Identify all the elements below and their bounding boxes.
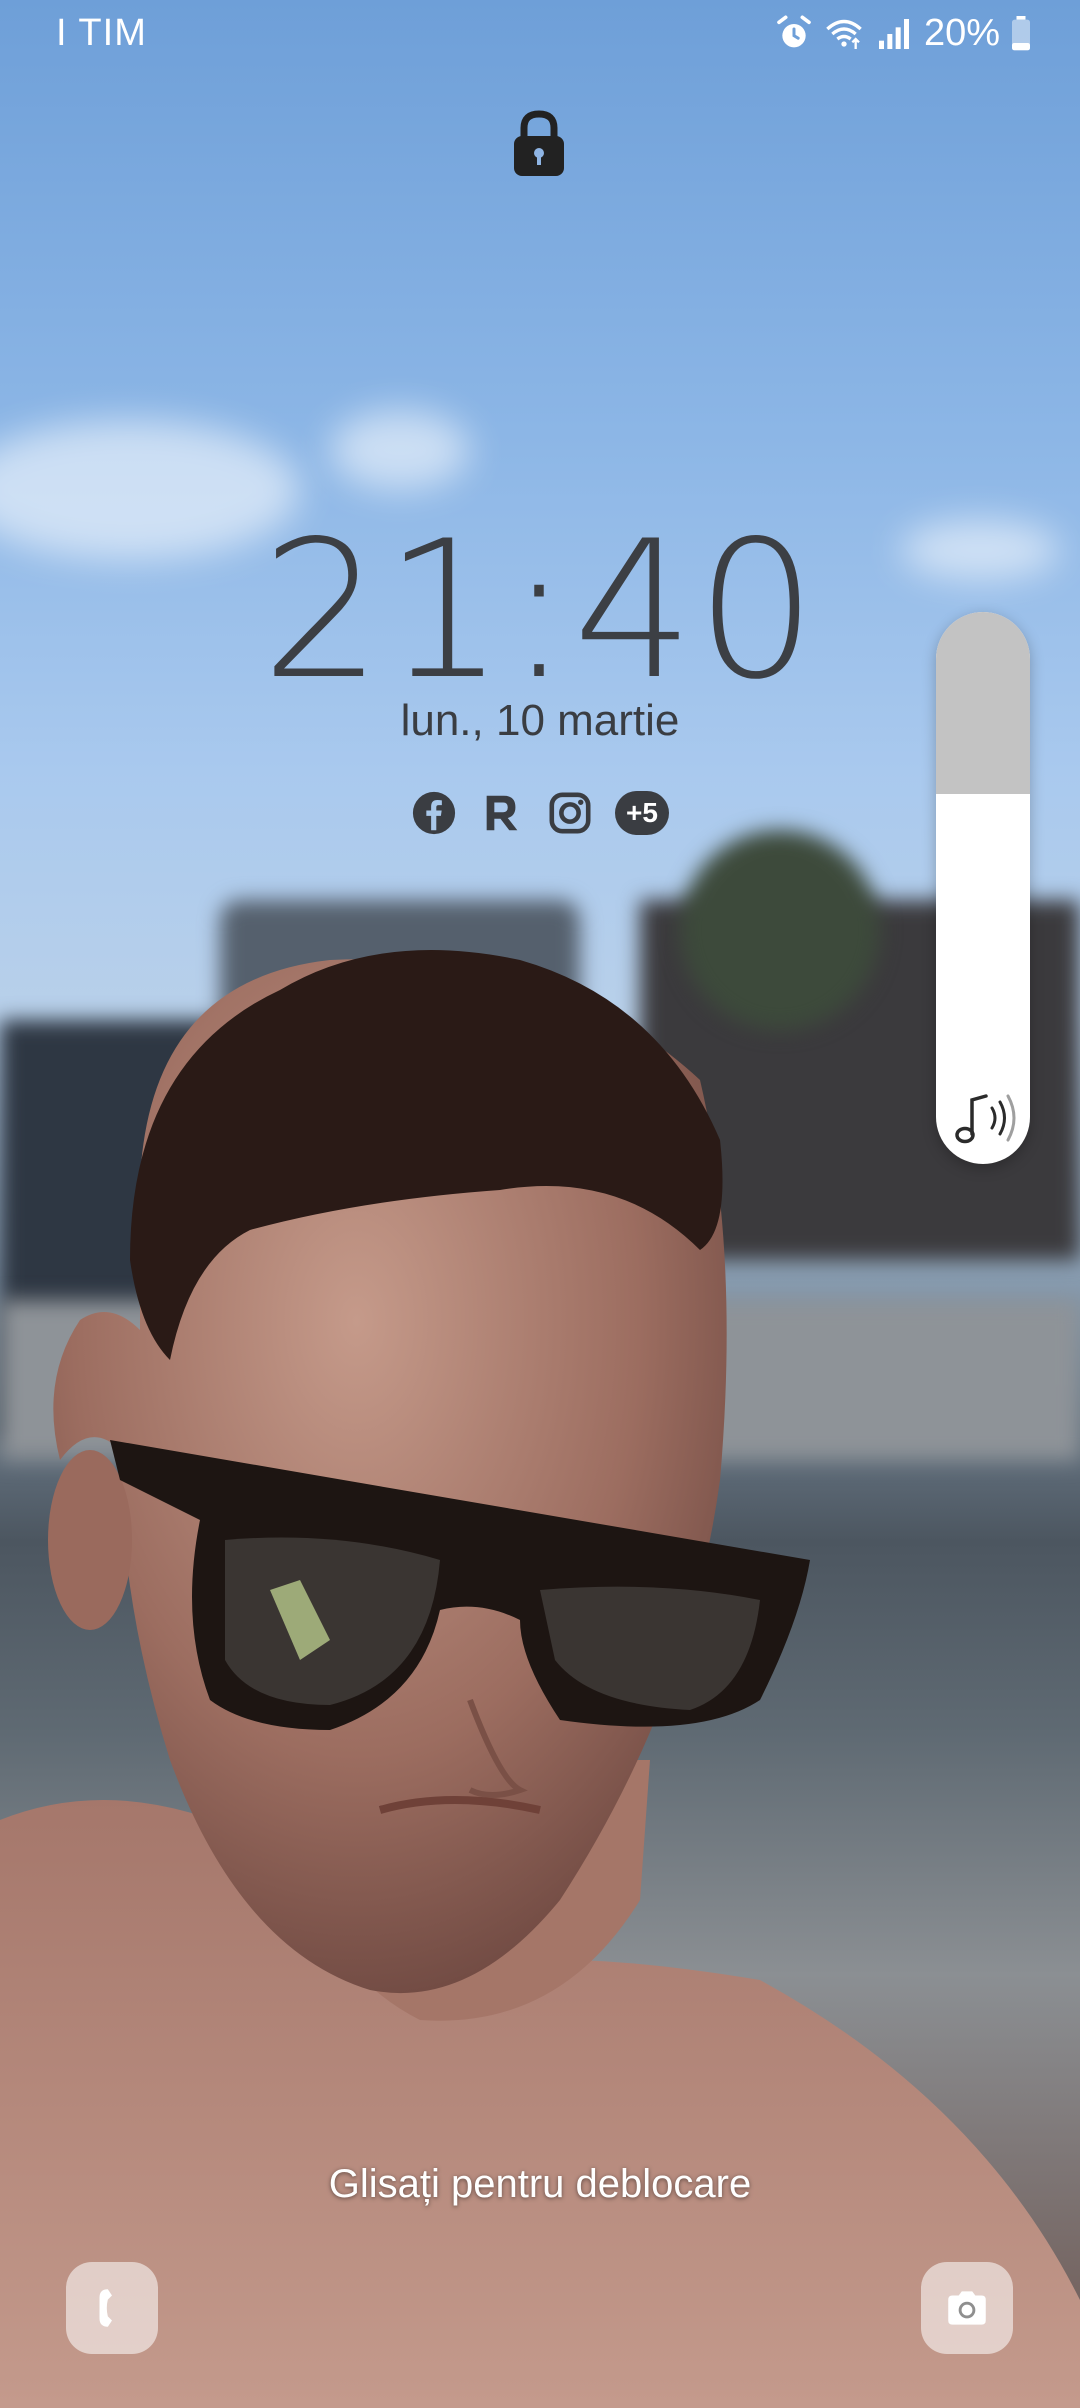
music-note-volume-icon — [955, 1094, 1016, 1144]
wallpaper-person — [0, 950, 1080, 2408]
status-icons: 20% — [774, 12, 1032, 55]
swipe-to-unlock-hint: Glisați pentru deblocare — [328, 2162, 752, 2206]
lock-icon — [514, 110, 564, 176]
volume-slider-track — [936, 612, 1030, 795]
battery-icon — [1012, 15, 1030, 50]
camera-icon — [948, 2291, 986, 2325]
camera-shortcut-button[interactable] — [921, 2262, 1013, 2354]
lock-clock: 21:40 — [261, 500, 819, 721]
alarm-icon — [777, 14, 811, 47]
notification-icons[interactable]: +5 — [0, 790, 1080, 836]
phone-icon — [99, 2289, 112, 2327]
status-bar: I TIM 20% — [0, 0, 1080, 70]
r-app-icon — [486, 795, 518, 831]
signal-icon — [878, 18, 909, 49]
carrier-name: I TIM — [56, 12, 147, 54]
facebook-icon — [412, 791, 456, 835]
battery-percentage: 20% — [923, 12, 1000, 54]
lock-date: lun., 10 martie — [400, 696, 680, 745]
more-notifications-badge: +5 — [615, 791, 669, 835]
instagram-icon — [549, 792, 591, 834]
lock-screen[interactable]: I TIM 20% 21:40 lun., 10 martie +5 Glisa… — [0, 0, 1080, 2408]
volume-slider[interactable] — [936, 612, 1030, 1164]
phone-shortcut-button[interactable] — [66, 2262, 158, 2354]
wifi-icon — [826, 19, 862, 49]
